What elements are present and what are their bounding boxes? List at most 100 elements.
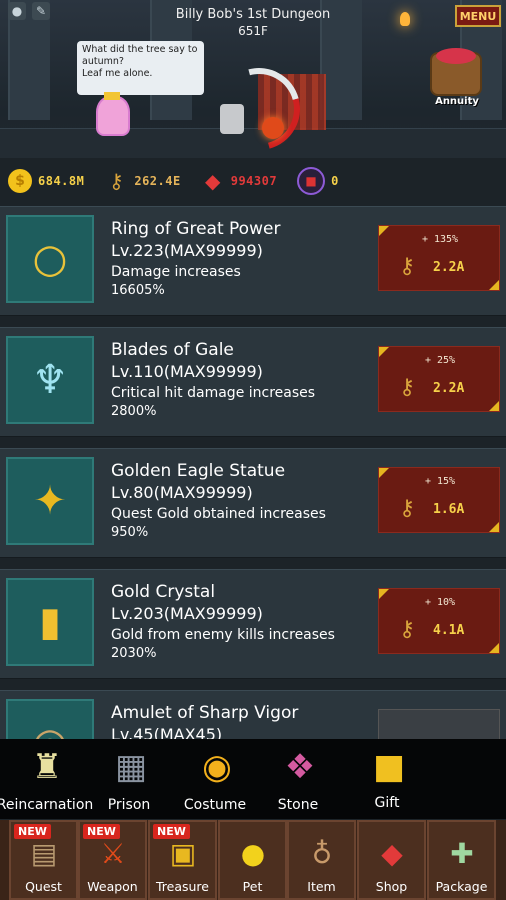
key-icon: ⚷ [399, 496, 416, 521]
bottom-tab-bar: ▤ NEW Quest ⚔ NEW Weapon ▣ NEW Treasure … [0, 820, 506, 900]
tab-label: Pet [242, 879, 263, 894]
key-counter: ⚷ 262.4E [104, 169, 180, 193]
gift-icon: ■ [372, 747, 406, 787]
item-name: Amulet of Sharp Vigor [111, 703, 299, 723]
tab-label: Quest [25, 879, 62, 894]
key-icon: ⚷ [399, 254, 416, 279]
gem-value: 994307 [230, 174, 278, 188]
list-item: ♆ Blades of Gale Lv.110(MAX99999) Critic… [0, 327, 506, 437]
speech-bubble: What did the tree say to autumn? Leaf me… [77, 41, 204, 95]
upgrade-cost: 2.2A [433, 381, 465, 396]
key-icon: ⚷ [399, 375, 416, 400]
new-badge: NEW [14, 824, 51, 839]
annuity-label[interactable]: Annuity [432, 96, 482, 107]
item-description: Critical hit damage increases [111, 385, 316, 401]
scroll-icon: ▤ [30, 836, 58, 870]
item-description: Gold from enemy kills increases [111, 627, 335, 643]
gold-coin-icon: $ [8, 169, 32, 193]
key-value: 262.4E [134, 174, 181, 188]
stone-button[interactable]: ❖ Stone [253, 739, 343, 819]
upgrade-percent: + 25% [424, 355, 456, 366]
game-scene: ● ✎ Billy Bob's 1st Dungeon 651F MENU Wh… [0, 0, 506, 158]
list-item: ▮ Gold Crystal Lv.203(MAX99999) Gold fro… [0, 569, 506, 679]
gift-label: Gift [374, 795, 400, 811]
tab-package[interactable]: ✚ Package [427, 820, 496, 900]
costume-icon: ◉ [202, 747, 232, 787]
dungeon-title: Billy Bob's 1st Dungeon [175, 7, 331, 22]
item-level: Lv.203(MAX99999) [111, 604, 263, 623]
tab-treasure[interactable]: ▣ NEW Treasure [148, 820, 217, 900]
item-value: 950% [111, 525, 149, 540]
tab-label: Weapon [87, 879, 138, 894]
prison-icon: ▦ [114, 747, 148, 787]
tab-weapon[interactable]: ⚔ NEW Weapon [78, 820, 147, 900]
chick-icon: ● [240, 836, 266, 870]
item-level: Lv.80(MAX99999) [111, 483, 253, 502]
stone-value: 0 [331, 174, 339, 188]
feature-menu-bar: ♜ Reincarnation ▦ Prison ◉ Costume ❖ Sto… [0, 739, 506, 819]
item-name: Gold Crystal [111, 582, 216, 602]
princess-character [96, 96, 130, 136]
list-item: ○ Ring of Great Power Lv.223(MAX99999) D… [0, 206, 506, 316]
item-description: Quest Gold obtained increases [111, 506, 326, 522]
sword-icon: ⚔ [100, 836, 126, 870]
item-name: Golden Eagle Statue [111, 461, 286, 481]
floor-number: 651F [238, 24, 268, 38]
treasure-chest-icon: ▣ [169, 836, 197, 870]
item-value: 16605% [111, 283, 165, 298]
gem-counter: ◆ 994307 [201, 169, 277, 193]
eagle-icon: ✦ [6, 457, 94, 545]
upgrade-cost: 4.1A [433, 623, 465, 638]
crown-icon [104, 92, 120, 100]
gold-counter: $ 684.8M [8, 169, 84, 193]
upgrade-percent: + 15% [424, 476, 456, 487]
fire-effect [262, 117, 284, 139]
item-level: Lv.110(MAX99999) [111, 362, 263, 381]
annuity-chest-icon[interactable] [430, 48, 482, 96]
blade-icon: ♆ [6, 336, 94, 424]
item-name: Blades of Gale [111, 340, 234, 360]
item-level: Lv.223(MAX99999) [111, 241, 263, 260]
speech-line: Leaf me alone. [82, 68, 153, 79]
upgrade-cost: 2.2A [433, 260, 465, 275]
ruby-icon: ◆ [205, 169, 221, 193]
tab-item[interactable]: ♁ Item [287, 820, 356, 900]
tab-shop[interactable]: ◆ Shop [357, 820, 426, 900]
stone-basket-icon: ❖ [284, 747, 316, 787]
torch-icon [400, 12, 410, 26]
tab-label: Treasure [155, 879, 209, 894]
item-value: 2030% [111, 646, 157, 661]
bag-icon: ♁ [311, 836, 333, 870]
speech-line: autumn? [82, 56, 124, 67]
key-icon: ⚷ [399, 617, 416, 642]
item-description: Damage increases [111, 264, 241, 280]
new-badge: NEW [83, 824, 120, 839]
upgrade-button[interactable]: + 135% ⚷ 2.2A [378, 225, 500, 291]
new-badge: NEW [153, 824, 190, 839]
stone-counter: ■ 0 [297, 167, 339, 195]
key-icon: ⚷ [109, 169, 124, 193]
list-item: ✦ Golden Eagle Statue Lv.80(MAX99999) Qu… [0, 448, 506, 558]
menu-button[interactable]: MENU [455, 5, 501, 27]
reincarnation-icon: ♜ [31, 747, 63, 787]
tab-label: Item [307, 879, 336, 894]
currency-bar: $ 684.8M ⚷ 262.4E ◆ 994307 ■ 0 [0, 165, 506, 197]
upgrade-button[interactable]: + 25% ⚷ 2.2A [378, 346, 500, 412]
gift-button[interactable]: ■ Gift [342, 739, 432, 819]
tab-label: Shop [375, 879, 408, 894]
speech-line: What did the tree say to [82, 44, 198, 55]
tab-label: Package [435, 879, 488, 894]
ring-icon: ○ [6, 215, 94, 303]
crystal-icon: ▮ [6, 578, 94, 666]
gold-value: 684.8M [38, 174, 85, 188]
stone-icon: ■ [297, 167, 326, 195]
tab-quest[interactable]: ▤ NEW Quest [9, 820, 78, 900]
upgrade-button[interactable]: + 10% ⚷ 4.1A [378, 588, 500, 654]
item-name: Ring of Great Power [111, 219, 281, 239]
tab-pet[interactable]: ● Pet [218, 820, 287, 900]
gem-shop-icon: ◆ [381, 836, 403, 870]
upgrade-button[interactable]: + 15% ⚷ 1.6A [378, 467, 500, 533]
upgrade-cost: 1.6A [433, 502, 465, 517]
package-icon: ✚ [450, 836, 474, 870]
item-value: 2800% [111, 404, 157, 419]
